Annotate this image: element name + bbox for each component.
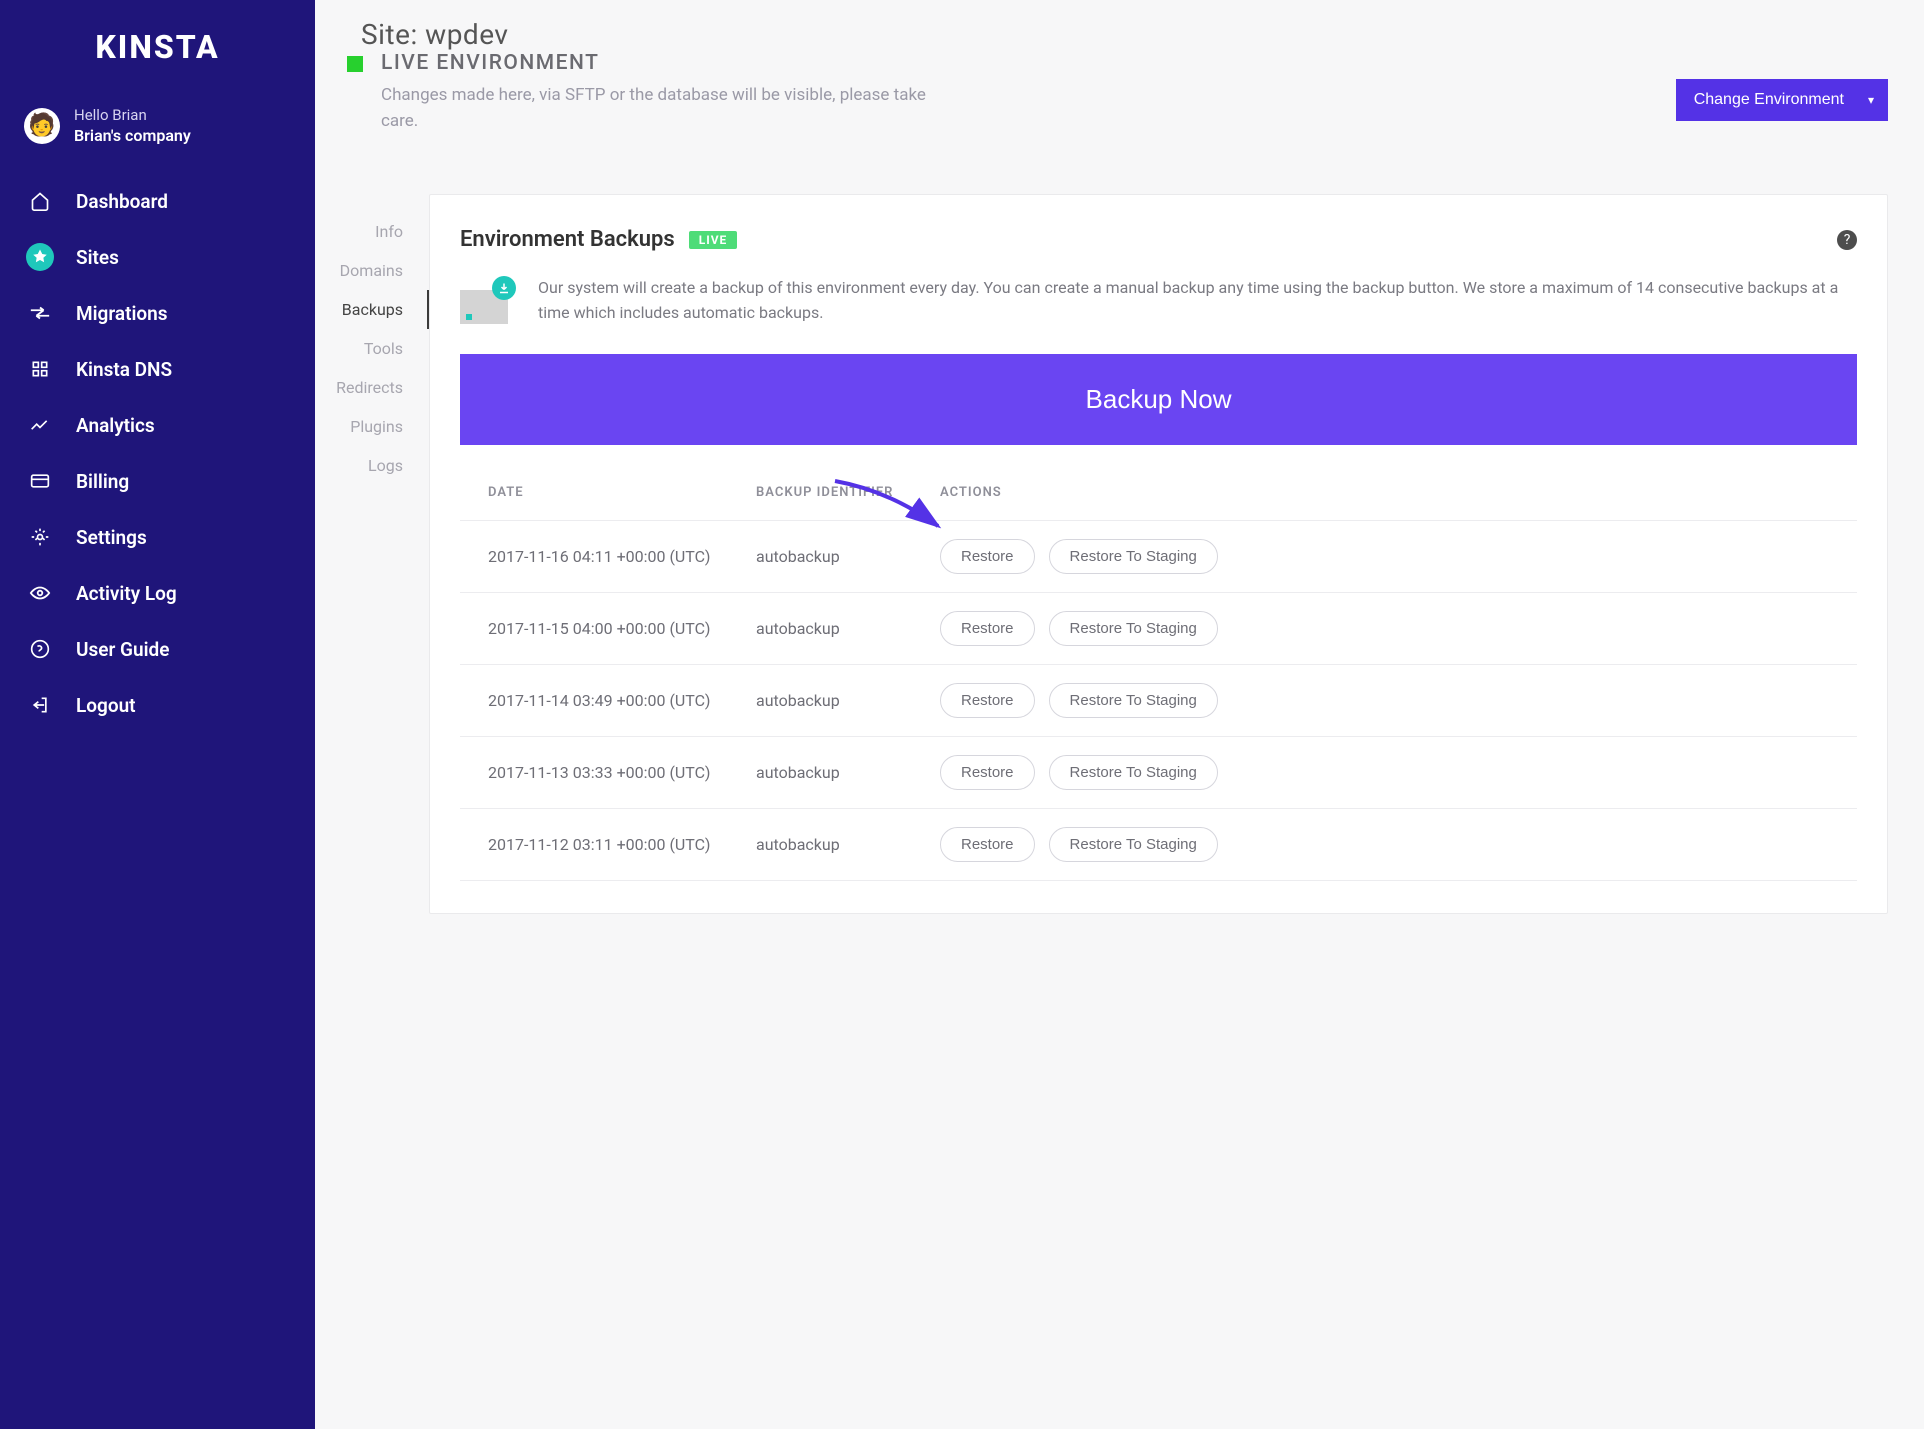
guide-icon [26, 635, 54, 663]
backups-card: Environment Backups LIVE ? Our system [429, 194, 1888, 914]
nav-label: Kinsta DNS [76, 358, 172, 381]
nav-label: Analytics [76, 414, 155, 437]
environment-desc: Changes made here, via SFTP or the datab… [381, 83, 941, 134]
migrations-icon [26, 299, 54, 327]
backup-date: 2017-11-13 03:33 +00:00 (UTC) [488, 763, 756, 782]
dns-icon [26, 355, 54, 383]
brand-logo: KINSTA [0, 14, 315, 96]
restore-to-staging-button[interactable]: Restore To Staging [1049, 611, 1218, 646]
change-environment-label: Change Environment [1694, 91, 1844, 108]
table-row: 2017-11-16 04:11 +00:00 (UTC)autobackupR… [460, 521, 1857, 593]
restore-button[interactable]: Restore [940, 539, 1035, 574]
analytics-icon [26, 411, 54, 439]
sidebar: KINSTA 🧑 Hello Brian Brian's company Das… [0, 0, 315, 1429]
environment-title: LIVE ENVIRONMENT [381, 51, 941, 75]
sidebar-item-sites[interactable]: Sites [0, 229, 315, 285]
restore-button[interactable]: Restore [940, 611, 1035, 646]
backup-identifier: autobackup [756, 619, 940, 638]
primary-nav: Dashboard Sites Migrations Kinsta DNS Analyt… [0, 173, 315, 733]
backup-icon [460, 276, 516, 324]
table-row: 2017-11-15 04:00 +00:00 (UTC)autobackupR… [460, 593, 1857, 665]
logout-icon [26, 691, 54, 719]
nav-label: Settings [76, 526, 147, 549]
nav-label: Billing [76, 470, 129, 493]
sidebar-item-analytics[interactable]: Analytics [0, 397, 315, 453]
restore-button[interactable]: Restore [940, 755, 1035, 790]
sidebar-item-activity-log[interactable]: Activity Log [0, 565, 315, 621]
table-head: DATE BACKUP IDENTIFIER ACTIONS [460, 485, 1857, 521]
restore-to-staging-button[interactable]: Restore To Staging [1049, 827, 1218, 862]
nav-label: Activity Log [76, 582, 177, 605]
environment-indicator [347, 56, 363, 72]
subnav-item-logs[interactable]: Logs [315, 446, 429, 485]
subnav-item-tools[interactable]: Tools [315, 329, 429, 368]
settings-icon [26, 523, 54, 551]
col-date-header: DATE [488, 485, 756, 500]
change-environment-button[interactable]: Change Environment ▾ [1676, 79, 1888, 121]
user-company: Brian's company [74, 126, 191, 145]
nav-label: Logout [76, 694, 136, 717]
backup-info-text: Our system will create a backup of this … [538, 276, 1857, 326]
restore-to-staging-button[interactable]: Restore To Staging [1049, 539, 1218, 574]
backup-date: 2017-11-15 04:00 +00:00 (UTC) [488, 619, 756, 638]
avatar: 🧑 [24, 108, 60, 144]
backup-identifier: autobackup [756, 763, 940, 782]
help-icon[interactable]: ? [1837, 230, 1857, 250]
page-title: Site: wpdev [315, 18, 1888, 51]
sidebar-item-logout[interactable]: Logout [0, 677, 315, 733]
subnav-item-domains[interactable]: Domains [315, 251, 429, 290]
billing-icon [26, 467, 54, 495]
activity-icon [26, 579, 54, 607]
col-id-header: BACKUP IDENTIFIER [756, 485, 940, 500]
restore-button[interactable]: Restore [940, 683, 1035, 718]
backup-identifier: autobackup [756, 835, 940, 854]
sidebar-item-dashboard[interactable]: Dashboard [0, 173, 315, 229]
backup-identifier: autobackup [756, 547, 940, 566]
backup-date: 2017-11-14 03:49 +00:00 (UTC) [488, 691, 756, 710]
user-block[interactable]: 🧑 Hello Brian Brian's company [0, 96, 315, 173]
main-content: Site: wpdev LIVE ENVIRONMENT Changes mad… [315, 0, 1924, 1429]
table-row: 2017-11-12 03:11 +00:00 (UTC)autobackupR… [460, 809, 1857, 881]
nav-label: Sites [76, 246, 119, 269]
site-subnav: InfoDomainsBackupsToolsRedirectsPluginsL… [315, 194, 429, 914]
user-hello: Hello Brian [74, 106, 191, 124]
backup-identifier: autobackup [756, 691, 940, 710]
sidebar-item-settings[interactable]: Settings [0, 509, 315, 565]
restore-to-staging-button[interactable]: Restore To Staging [1049, 755, 1218, 790]
subnav-item-info[interactable]: Info [315, 212, 429, 251]
restore-to-staging-button[interactable]: Restore To Staging [1049, 683, 1218, 718]
sites-icon [26, 243, 54, 271]
sidebar-item-billing[interactable]: Billing [0, 453, 315, 509]
card-title: Environment Backups [460, 227, 675, 252]
backup-date: 2017-11-16 04:11 +00:00 (UTC) [488, 547, 756, 566]
backup-date: 2017-11-12 03:11 +00:00 (UTC) [488, 835, 756, 854]
backup-now-button[interactable]: Backup Now [460, 354, 1857, 445]
subnav-item-backups[interactable]: Backups [315, 290, 429, 329]
nav-label: Dashboard [76, 190, 168, 213]
subnav-item-plugins[interactable]: Plugins [315, 407, 429, 446]
backups-table: DATE BACKUP IDENTIFIER ACTIONS 2017-11-1… [460, 485, 1857, 881]
nav-label: User Guide [76, 638, 169, 661]
restore-button[interactable]: Restore [940, 827, 1035, 862]
live-badge: LIVE [689, 231, 738, 249]
table-row: 2017-11-14 03:49 +00:00 (UTC)autobackupR… [460, 665, 1857, 737]
sidebar-item-kinsta-dns[interactable]: Kinsta DNS [0, 341, 315, 397]
sidebar-item-user-guide[interactable]: User Guide [0, 621, 315, 677]
subnav-item-redirects[interactable]: Redirects [315, 368, 429, 407]
home-icon [26, 187, 54, 215]
sidebar-item-migrations[interactable]: Migrations [0, 285, 315, 341]
nav-label: Migrations [76, 302, 168, 325]
download-icon [492, 276, 516, 300]
table-row: 2017-11-13 03:33 +00:00 (UTC)autobackupR… [460, 737, 1857, 809]
chevron-down-icon: ▾ [1868, 93, 1874, 107]
col-actions-header: ACTIONS [940, 485, 1829, 500]
